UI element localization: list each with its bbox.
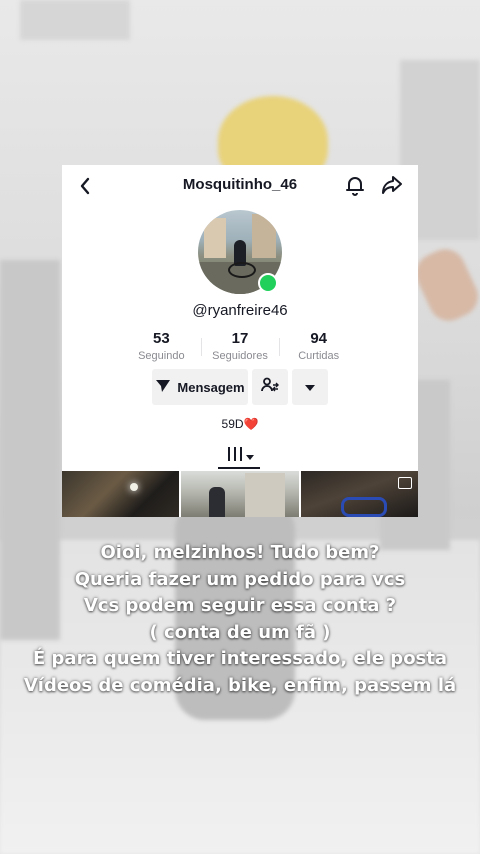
more-options-button[interactable] (292, 369, 328, 405)
background-character-hand (409, 242, 480, 328)
videos-tab[interactable] (218, 444, 262, 468)
online-status-dot (258, 273, 278, 293)
stat-label: Curtidas (298, 350, 340, 362)
video-thumbnail[interactable] (181, 471, 299, 517)
message-button-label: Mensagem (177, 379, 245, 395)
send-icon (155, 379, 171, 396)
active-tab-indicator (218, 467, 260, 469)
caption-line: Oioi, melzinhos! Tudo bem? (100, 542, 380, 563)
message-button[interactable]: Mensagem (152, 369, 248, 405)
video-grid (62, 471, 418, 517)
profile-bio: 59D❤️ (221, 417, 259, 431)
stat-value: 17 (231, 330, 249, 347)
profile-card: Mosquitinho_46 @ryanfreire46 53 Seguindo… (62, 165, 418, 517)
background-block (20, 0, 130, 40)
caption-line: Vídeos de comédia, bike, enfim, passem l… (23, 674, 457, 696)
caption-line: Queria fazer um pedido para vcs (74, 568, 406, 590)
stat-value: 94 (310, 330, 328, 347)
user-swap-icon (261, 377, 279, 398)
share-arrow-icon[interactable] (380, 174, 404, 196)
caption-overlay: Oioi, melzinhos! Tudo bem? Queria fazer … (0, 540, 480, 699)
video-thumbnail[interactable] (300, 471, 418, 517)
stat-followers[interactable]: 17 Seguidores (200, 330, 280, 366)
caret-down-icon (305, 378, 315, 396)
caption-line: Vcs podem seguir essa conta ? (83, 595, 397, 616)
stat-label: Seguindo (138, 350, 185, 362)
caret-down-icon (245, 447, 254, 465)
stat-label: Seguidores (212, 350, 268, 362)
stat-following[interactable]: 53 Seguindo (122, 330, 201, 366)
caption-line: É para quem tiver interessado, ele posta (32, 648, 448, 669)
video-thumbnail[interactable] (62, 471, 180, 517)
profile-username: @ryanfreire46 (192, 302, 288, 319)
profile-stats: 53 Seguindo 17 Seguidores 94 Curtidas (122, 330, 358, 366)
stat-value: 53 (152, 330, 170, 347)
caption-line: ( conta de um fã ) (149, 621, 331, 643)
following-button[interactable] (252, 369, 288, 405)
profile-top-bar: Mosquitinho_46 (62, 165, 418, 205)
photo-mode-icon (397, 477, 412, 489)
profile-action-buttons: Mensagem (152, 369, 328, 405)
stat-likes[interactable]: 94 Curtidas (279, 330, 358, 366)
bell-icon[interactable] (344, 174, 366, 196)
grid-bars-icon (227, 446, 243, 466)
